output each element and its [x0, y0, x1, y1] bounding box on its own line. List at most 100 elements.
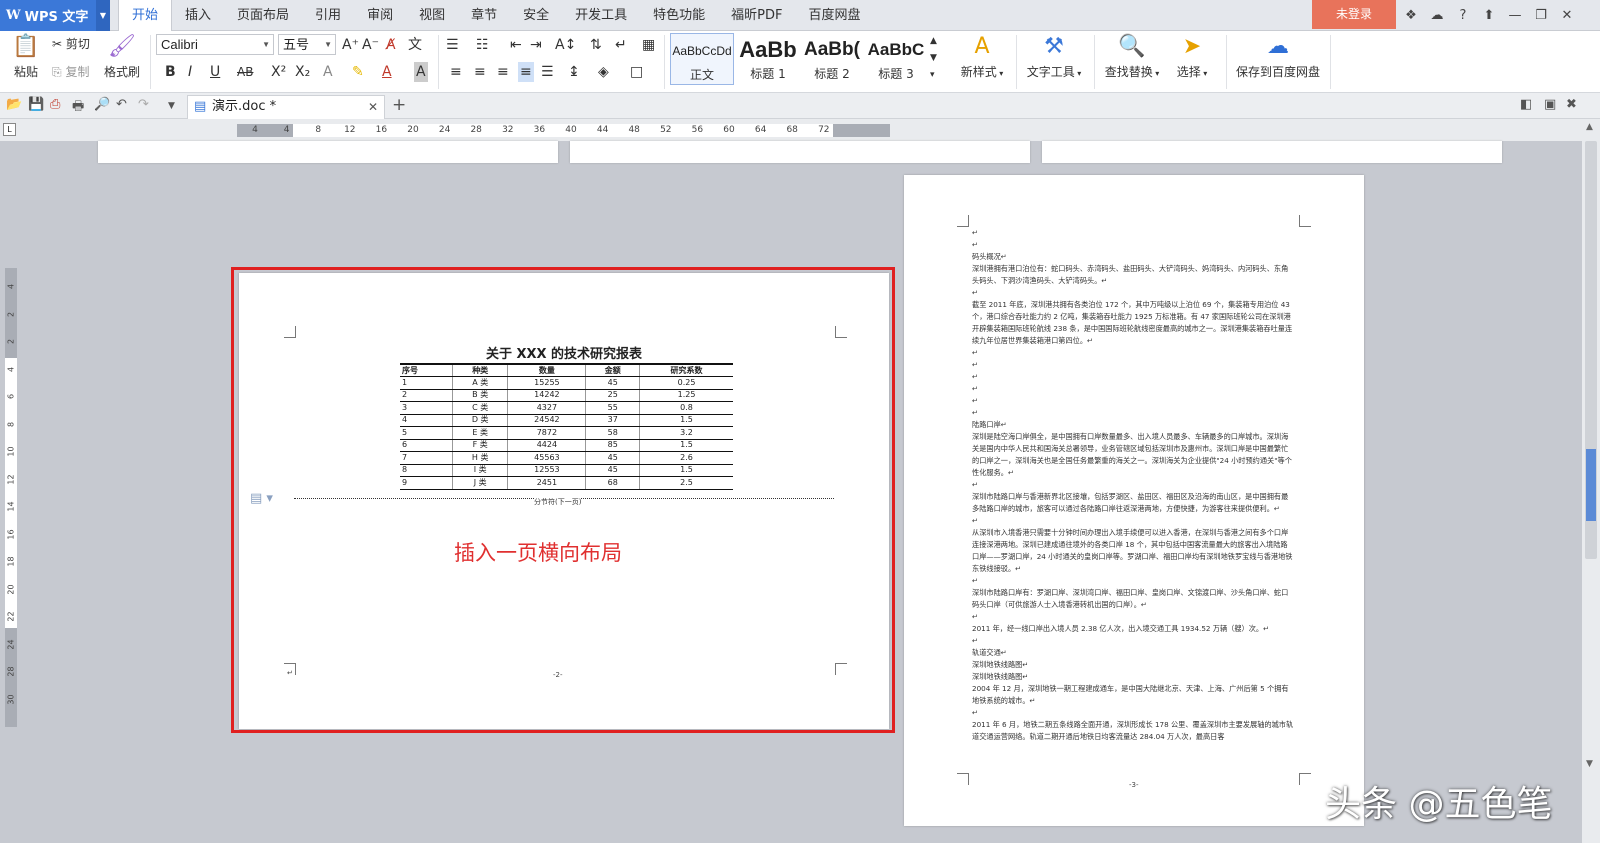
grow-font-icon[interactable]: A⁺: [342, 35, 359, 55]
styles-scroll-icon[interactable]: ▲ ▼ ▾: [930, 33, 937, 80]
distribute-icon[interactable]: ☰: [541, 62, 554, 82]
login-button[interactable]: 未登录: [1312, 0, 1396, 29]
phonetic-icon[interactable]: 文: [408, 35, 422, 55]
increase-indent-icon[interactable]: ⇥: [530, 35, 542, 55]
new-style-button[interactable]: A 新样式 ▾: [954, 33, 1010, 80]
find-replace-button[interactable]: 🔍 查找替换 ▾: [1100, 33, 1164, 80]
doc-close-icon[interactable]: ✖: [1566, 97, 1577, 112]
tab-selector[interactable]: L: [3, 123, 16, 136]
print-icon[interactable]: 🖶: [72, 97, 84, 119]
numbered-list-icon[interactable]: ☷: [476, 35, 489, 55]
document-side-icon[interactable]: ▤ ▾: [250, 491, 273, 506]
horizontal-ruler[interactable]: 4 4 8 12 16 20 24 28 32 36 40 44 48 52 56 60 64 68 72: [237, 124, 890, 137]
chevron-down-icon[interactable]: ▼: [168, 101, 175, 111]
collapse-ribbon-icon[interactable]: ⬆: [1476, 8, 1502, 23]
font-size-select[interactable]: 五号 ▼: [278, 34, 336, 55]
text-effect-icon[interactable]: A: [323, 62, 333, 82]
tab-chapter[interactable]: 章节: [458, 0, 510, 31]
font-color-icon[interactable]: A: [382, 62, 392, 82]
tab-view[interactable]: 视图: [406, 0, 458, 31]
strikethrough-icon[interactable]: AB: [237, 62, 253, 82]
restore-icon[interactable]: ❐: [1528, 8, 1554, 23]
vertical-ruler[interactable]: 4 2 2 4 6 8 10 12 14 16 18 20 22 24 28 30: [5, 268, 17, 727]
tab-baidu-cloud[interactable]: 百度网盘: [795, 0, 873, 31]
subscript-icon[interactable]: X₂: [295, 62, 310, 82]
close-icon[interactable]: ✕: [368, 96, 378, 118]
vertical-scrollbar[interactable]: ▲ ▼: [1582, 119, 1600, 843]
close-icon[interactable]: ✕: [1554, 8, 1580, 23]
justify-icon[interactable]: ≡: [518, 62, 534, 82]
style-heading-1[interactable]: AaBb 标题 1: [736, 33, 800, 85]
borders-icon[interactable]: □: [630, 62, 643, 82]
scroll-up-icon[interactable]: ▲: [1586, 122, 1593, 132]
doc-mode-icon[interactable]: ◧: [1520, 97, 1532, 112]
highlight-frame: [231, 267, 895, 733]
portrait-page[interactable]: ↵ ↵ 码头概况↵ 深圳港拥有港口泊位有：蛇口码头、赤湾码头、盐田码头、大铲湾码头、妈…: [904, 175, 1364, 826]
save-icon[interactable]: 💾: [28, 97, 44, 112]
clear-format-icon[interactable]: A̸: [386, 35, 396, 55]
align-center-icon[interactable]: ≡: [474, 62, 486, 82]
minimize-icon[interactable]: —: [1502, 8, 1528, 23]
shading-icon[interactable]: ◈: [598, 62, 609, 82]
scroll-down-icon[interactable]: ▼: [1586, 759, 1593, 769]
paragraph: ↵: [972, 516, 979, 525]
bullet-list-icon[interactable]: ☰: [446, 35, 459, 55]
paste-button[interactable]: 📋 粘贴: [6, 33, 46, 80]
paragraph-mark-icon[interactable]: ↵: [615, 35, 627, 55]
table-icon[interactable]: ▦: [642, 35, 655, 55]
print-preview-icon[interactable]: 🔎: [94, 97, 110, 112]
copy-button[interactable]: ⎘ 复制: [52, 63, 89, 80]
font-name-select[interactable]: Calibri ▼: [156, 34, 274, 55]
paragraph: ↵: [972, 576, 979, 585]
italic-icon[interactable]: I: [188, 62, 192, 82]
sort-icon[interactable]: ⇅: [590, 35, 602, 55]
skin-icon[interactable]: ❖: [1398, 8, 1424, 23]
document-tab[interactable]: ▤ 演示.doc * ✕: [187, 95, 385, 119]
save-to-cloud-button[interactable]: ☁ 保存到百度网盘: [1232, 33, 1324, 80]
paragraph: 陆路口岸↵: [972, 420, 1007, 429]
help-icon[interactable]: ?: [1450, 8, 1476, 23]
cut-button[interactable]: ✂ 剪切: [52, 35, 90, 52]
bold-icon[interactable]: B: [165, 62, 176, 82]
decrease-indent-icon[interactable]: ⇤: [510, 35, 522, 55]
app-menu-button[interactable]: W WPS 文字 ▼: [0, 0, 110, 31]
text-tools-button[interactable]: ⚒ 文字工具 ▾: [1022, 33, 1086, 80]
tab-insert[interactable]: 插入: [172, 0, 224, 31]
format-painter-button[interactable]: 🖌 格式刷: [102, 33, 142, 80]
superscript-icon[interactable]: X²: [271, 62, 286, 82]
shrink-font-icon[interactable]: A⁻: [362, 35, 379, 55]
style-normal[interactable]: AaBbCcDd 正文: [670, 33, 734, 85]
highlight-icon[interactable]: ✎: [352, 62, 364, 82]
line-spacing-icon[interactable]: ↨: [568, 62, 580, 82]
align-left-icon[interactable]: ≡: [450, 62, 462, 82]
export-pdf-icon[interactable]: ⎙: [50, 97, 60, 112]
paragraph: 轨道交通↵: [972, 648, 1007, 657]
paragraph: 从深圳市入境香港只需要十分钟时间办理出入境手续便可以进入香港，在深圳与香港之间有…: [972, 528, 1293, 573]
chevron-down-icon[interactable]: ▼: [96, 0, 110, 31]
tab-references[interactable]: 引用: [302, 0, 354, 31]
style-sample: AaBb: [739, 37, 797, 62]
select-button[interactable]: ➤ 选择 ▾: [1168, 33, 1216, 80]
doc-minimize-icon[interactable]: ▣: [1544, 97, 1556, 112]
paragraph: ↵: [972, 612, 979, 621]
char-shading-icon[interactable]: A: [414, 62, 428, 82]
tab-review[interactable]: 审阅: [354, 0, 406, 31]
tab-home[interactable]: 开始: [118, 0, 173, 32]
tab-foxit-pdf[interactable]: 福昕PDF: [718, 0, 795, 31]
ruler-tick-label: 8: [315, 125, 322, 135]
align-right-icon[interactable]: ≡: [497, 62, 509, 82]
tab-security[interactable]: 安全: [510, 0, 562, 31]
tab-page-layout[interactable]: 页面布局: [224, 0, 302, 31]
undo-icon[interactable]: ↶: [116, 97, 127, 112]
tab-features[interactable]: 特色功能: [640, 0, 718, 31]
underline-icon[interactable]: U: [210, 62, 220, 82]
add-tab-icon[interactable]: +: [392, 95, 406, 115]
text-direction-icon[interactable]: A↕: [555, 35, 576, 55]
style-heading-2[interactable]: AaBb( 标题 2: [800, 33, 864, 85]
open-folder-icon[interactable]: 📂: [6, 97, 22, 112]
tab-developer[interactable]: 开发工具: [562, 0, 640, 31]
redo-icon[interactable]: ↷: [138, 97, 149, 112]
feedback-icon[interactable]: ☁: [1424, 8, 1450, 23]
style-heading-3[interactable]: AaBbC 标题 3: [864, 33, 928, 85]
paste-label: 粘贴: [13, 65, 38, 79]
